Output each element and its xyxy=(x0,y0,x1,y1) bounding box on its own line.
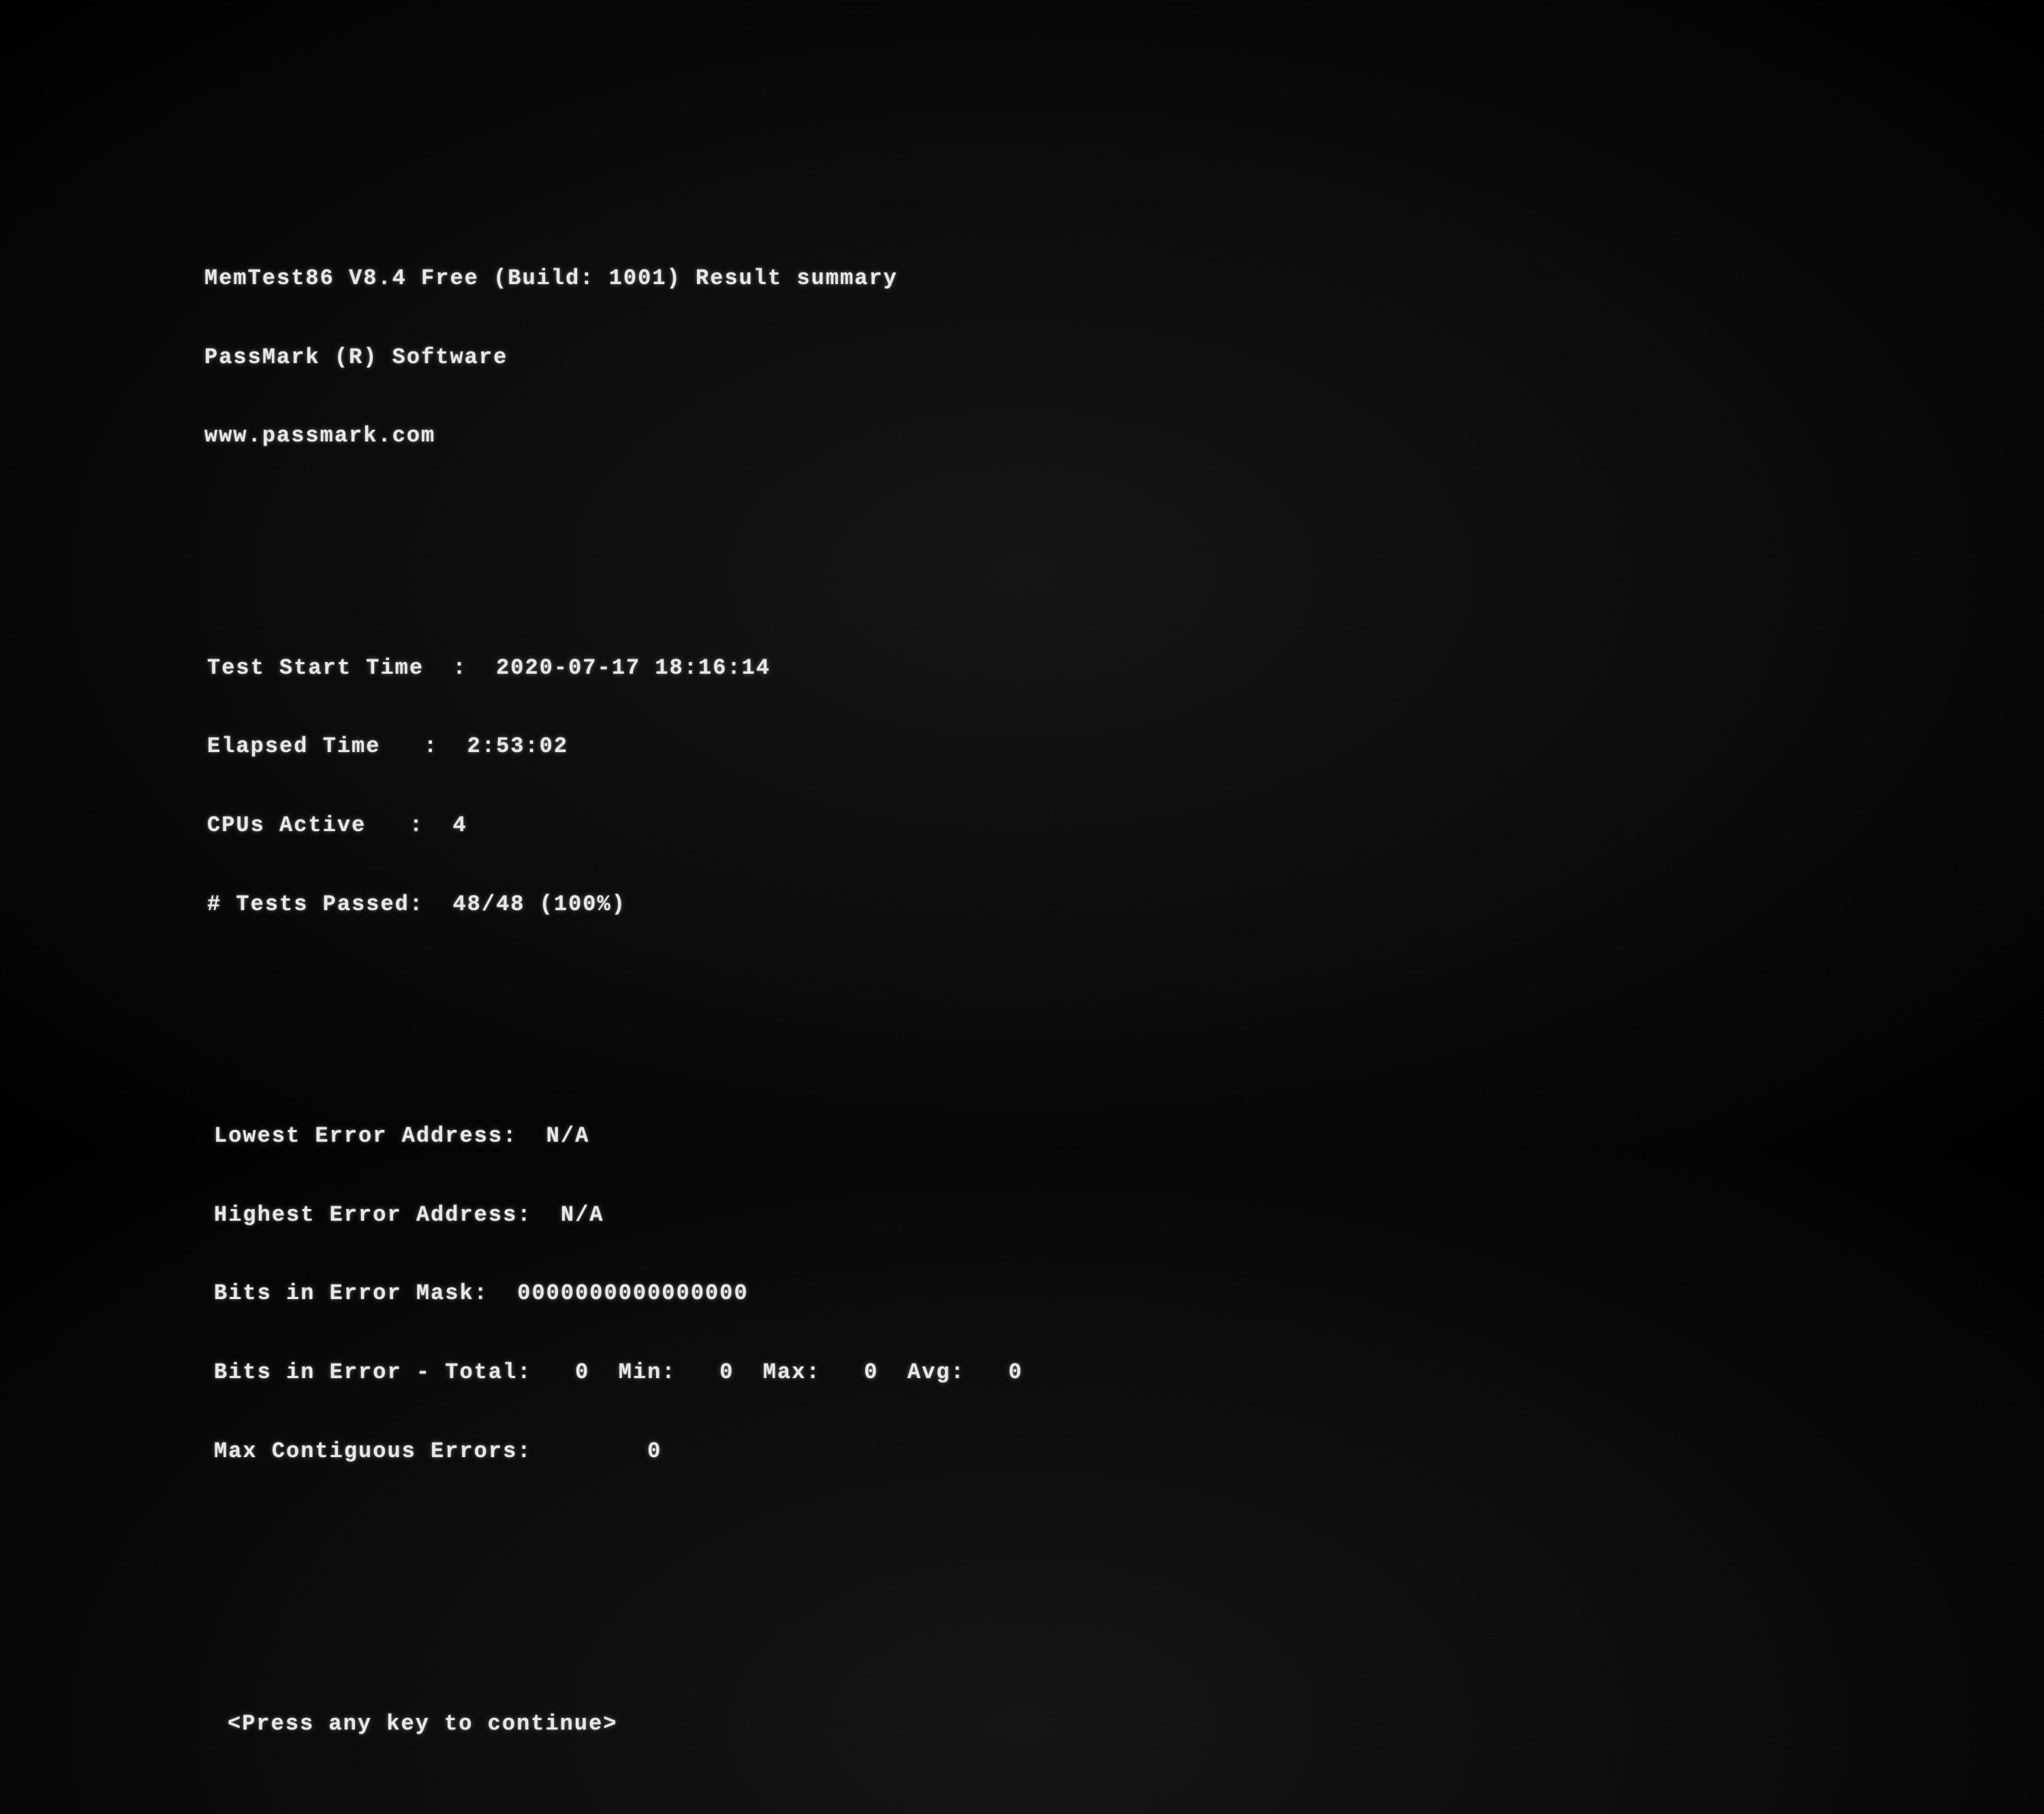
tests-passed-row: # Tests Passed: 48/48 (100%) xyxy=(207,890,2044,919)
test-start-value: 2020-07-17 18:16:14 xyxy=(496,655,771,681)
bits-min-label: Min: xyxy=(589,1360,719,1385)
highest-error-row: Highest Error Address: N/A xyxy=(214,1201,2044,1230)
cpus-row: CPUs Active : 4 xyxy=(207,811,2044,840)
contiguous-errors-value: 0 xyxy=(647,1439,662,1464)
bits-error-row: Bits in Error - Total: 0 Min: 0 Max: 0 A… xyxy=(214,1358,2044,1387)
lowest-error-label: Lowest Error Address: xyxy=(214,1123,546,1148)
header-block: MemTest86 V8.4 Free (Build: 1001) Result… xyxy=(204,214,2044,501)
lowest-error-value: N/A xyxy=(546,1123,590,1148)
elapsed-value: 2:53:02 xyxy=(467,734,568,759)
tests-passed-label: # Tests Passed: xyxy=(207,892,452,917)
contiguous-errors-row: Max Contiguous Errors: 0 xyxy=(214,1437,2044,1466)
bits-mask-label: Bits in Error Mask: xyxy=(214,1281,517,1306)
bits-mask-row: Bits in Error Mask: 0000000000000000 xyxy=(214,1279,2044,1308)
memtest-result-screen: MemTest86 V8.4 Free (Build: 1001) Result… xyxy=(0,0,2044,1814)
bits-min-value: 0 xyxy=(719,1360,734,1385)
elapsed-label: Elapsed Time : xyxy=(207,734,467,759)
test-info-block: Test Start Time : 2020-07-17 18:16:14 El… xyxy=(207,604,2044,969)
bits-avg-value: 0 xyxy=(1008,1360,1023,1385)
test-start-row: Test Start Time : 2020-07-17 18:16:14 xyxy=(207,654,2044,683)
cpus-value: 4 xyxy=(452,813,467,838)
bits-avg-label: Avg: xyxy=(878,1360,1008,1385)
error-info-block: Lowest Error Address: N/A Highest Error … xyxy=(214,1072,2044,1516)
cpus-label: CPUs Active : xyxy=(207,813,452,838)
tests-passed-value: 48/48 (100%) xyxy=(452,892,625,917)
bits-max-value: 0 xyxy=(864,1360,878,1385)
continue-prompt-block[interactable]: <Press any key to continue> xyxy=(228,1659,2044,1789)
highest-error-value: N/A xyxy=(561,1202,604,1227)
elapsed-row: Elapsed Time : 2:53:02 xyxy=(207,732,2044,761)
vendor-line: PassMark (R) Software xyxy=(204,343,2044,372)
bits-total-label: Bits in Error - Total: xyxy=(214,1360,575,1385)
test-start-label: Test Start Time : xyxy=(207,655,496,681)
bits-max-label: Max: xyxy=(734,1360,864,1385)
bits-mask-value: 0000000000000000 xyxy=(517,1281,748,1306)
lowest-error-row: Lowest Error Address: N/A xyxy=(214,1122,2044,1151)
highest-error-label: Highest Error Address: xyxy=(214,1202,561,1227)
url-line: www.passmark.com xyxy=(204,422,2044,450)
continue-prompt[interactable]: <Press any key to continue> xyxy=(228,1710,2044,1738)
bits-total-value: 0 xyxy=(575,1360,589,1385)
contiguous-errors-label: Max Contiguous Errors: xyxy=(214,1439,647,1464)
title-line: MemTest86 V8.4 Free (Build: 1001) Result… xyxy=(204,264,2044,293)
